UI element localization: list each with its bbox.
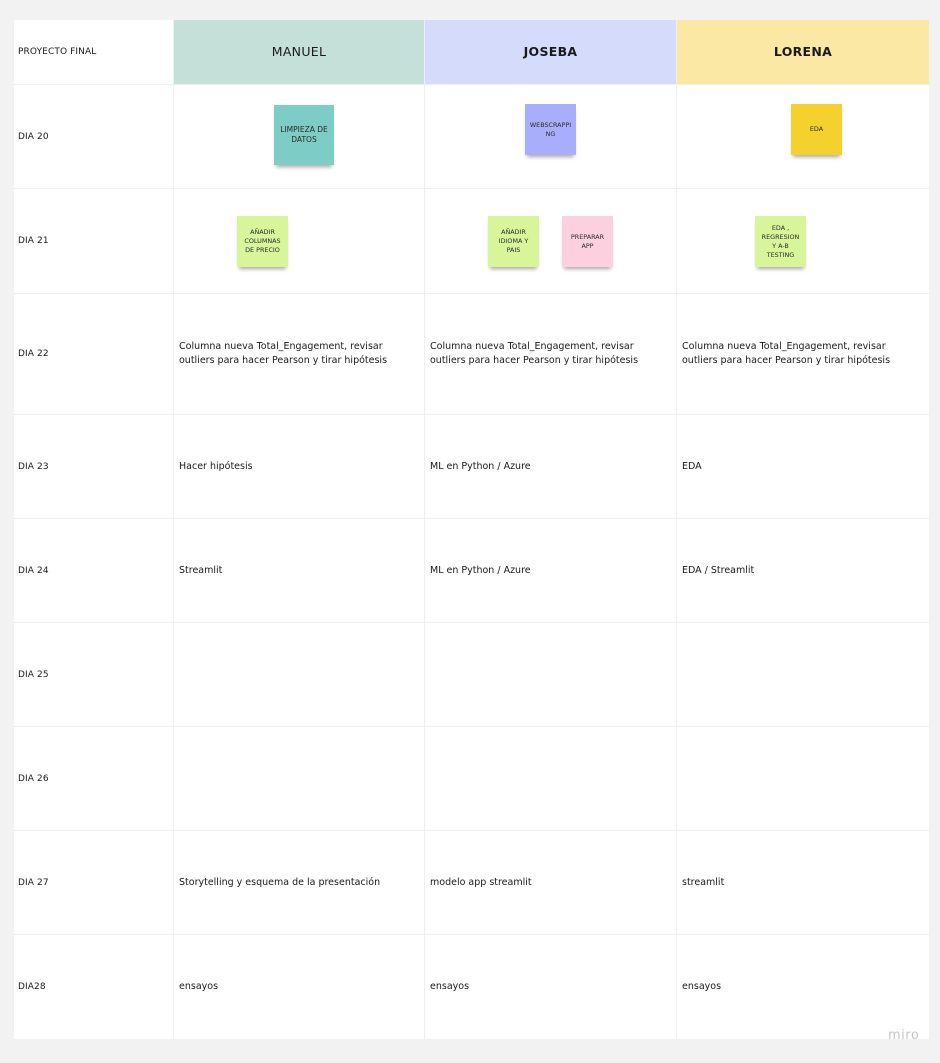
row-label: DIA 22 — [14, 294, 174, 415]
table-cell[interactable]: Hacer hipótesis — [174, 415, 425, 519]
cell-text: ML en Python / Azure — [430, 460, 531, 472]
table-cell[interactable]: ML en Python / Azure — [425, 415, 677, 519]
table-cell[interactable]: EDA — [677, 85, 929, 189]
sticky-note-text: EDA — [809, 125, 824, 133]
board: PROYECTO FINAL MANUEL JOSEBA LORENA DIA … — [14, 20, 929, 1039]
table-cell[interactable]: ML en Python / Azure — [425, 519, 677, 623]
cell-text: ensayos — [179, 981, 219, 992]
table-cell[interactable]: ensayos — [425, 935, 677, 1039]
table-cell[interactable]: AÑADIR IDIOMA Y PAIS PREPARAR APP — [425, 189, 677, 294]
row-label: DIA 21 — [14, 189, 174, 294]
table-cell[interactable]: modelo app streamlit — [425, 831, 677, 935]
cell-text: Hacer hipótesis — [179, 460, 253, 472]
sticky-note-text: EDA , REGRESION Y A-B TESTING — [761, 223, 800, 259]
table-cell[interactable]: AÑADIR COLUMNAS DE PRECIO — [174, 189, 425, 294]
cell-text: streamlit — [682, 876, 725, 888]
sticky-note-eda[interactable]: EDA — [791, 104, 842, 155]
table-cell[interactable]: Storytelling y esquema de la presentació… — [174, 831, 425, 935]
table-cell[interactable]: ensayos — [174, 935, 425, 1039]
table-cell[interactable]: ensayos — [677, 935, 929, 1039]
table-cell[interactable] — [174, 727, 425, 831]
table-cell[interactable] — [677, 727, 929, 831]
table-cell[interactable] — [425, 727, 677, 831]
cell-text: modelo app streamlit — [430, 876, 532, 888]
row-label: DIA28 — [14, 935, 174, 1039]
sticky-note-text: PREPARAR APP — [570, 232, 605, 250]
cell-text: ensayos — [430, 981, 470, 992]
cell-text: Storytelling y esquema de la presentació… — [179, 876, 381, 888]
sticky-note-webscrapping[interactable]: WEBSCRAPPING — [525, 104, 576, 155]
row-label: DIA 27 — [14, 831, 174, 935]
cell-text: ensayos — [682, 981, 722, 992]
sticky-note-text: AÑADIR COLUMNAS DE PRECIO — [244, 228, 281, 254]
table-cell[interactable]: Columna nueva Total_Engagement, revisar … — [425, 294, 677, 415]
table-cell[interactable] — [425, 623, 677, 727]
row-label: DIA 24 — [14, 519, 174, 623]
table-cell[interactable]: EDA — [677, 415, 929, 519]
cell-text: EDA — [682, 460, 702, 472]
cell-text: Streamlit — [179, 564, 223, 576]
sticky-note-limpieza[interactable]: LIMPIEZA DE DATOS — [274, 105, 334, 165]
schedule-table: PROYECTO FINAL MANUEL JOSEBA LORENA DIA … — [14, 20, 929, 1039]
cell-text: ML en Python / Azure — [430, 564, 531, 576]
row-label: DIA 25 — [14, 623, 174, 727]
table-cell[interactable]: streamlit — [677, 831, 929, 935]
table-cell[interactable]: WEBSCRAPPING — [425, 85, 677, 189]
table-cell[interactable]: Columna nueva Total_Engagement, revisar … — [174, 294, 425, 415]
sticky-note-eda-regresion[interactable]: EDA , REGRESION Y A-B TESTING — [755, 216, 806, 267]
table-cell[interactable] — [174, 623, 425, 727]
cell-text: Columna nueva Total_Engagement, revisar … — [179, 341, 388, 366]
table-cell[interactable]: LIMPIEZA DE DATOS — [174, 85, 425, 189]
cell-text: Columna nueva Total_Engagement, revisar … — [682, 341, 891, 366]
sticky-note-anadir-idioma[interactable]: AÑADIR IDIOMA Y PAIS — [488, 216, 539, 267]
row-label: DIA 23 — [14, 415, 174, 519]
cell-text: Columna nueva Total_Engagement, revisar … — [430, 341, 639, 366]
sticky-note-text: WEBSCRAPPING — [529, 120, 572, 138]
table-cell[interactable]: EDA , REGRESION Y A-B TESTING — [677, 189, 929, 294]
table-cell[interactable] — [677, 623, 929, 727]
column-header-joseba[interactable]: JOSEBA — [425, 20, 677, 85]
table-cell[interactable]: Columna nueva Total_Engagement, revisar … — [677, 294, 929, 415]
cell-text: EDA / Streamlit — [682, 564, 755, 576]
sticky-note-preparar-app[interactable]: PREPARAR APP — [562, 216, 613, 267]
row-label: DIA 20 — [14, 85, 174, 189]
column-header-manuel[interactable]: MANUEL — [174, 20, 425, 85]
row-label: DIA 26 — [14, 727, 174, 831]
corner-label: PROYECTO FINAL — [14, 20, 174, 85]
column-header-lorena[interactable]: LORENA — [677, 20, 929, 85]
sticky-note-text: AÑADIR IDIOMA Y PAIS — [498, 228, 529, 254]
sticky-note-anadir-columnas[interactable]: AÑADIR COLUMNAS DE PRECIO — [237, 216, 288, 267]
sticky-note-text: LIMPIEZA DE DATOS — [280, 125, 328, 144]
table-cell[interactable]: Streamlit — [174, 519, 425, 623]
table-cell[interactable]: EDA / Streamlit — [677, 519, 929, 623]
miro-watermark: miro — [888, 1028, 920, 1043]
